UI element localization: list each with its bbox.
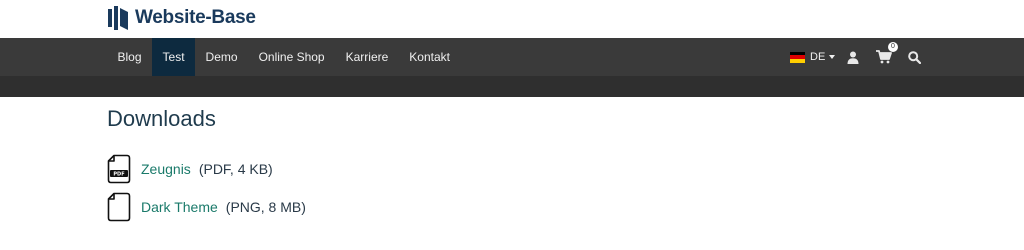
page-title: Downloads <box>107 106 216 131</box>
logo[interactable]: Website-Base <box>107 4 256 32</box>
logo-mark-icon <box>108 6 128 30</box>
cart-count-badge: 0 <box>888 42 898 52</box>
nav-item-kontakt[interactable]: Kontakt <box>399 38 461 76</box>
download-item: Dark Theme (PNG, 8 MB) <box>107 188 306 226</box>
cart-icon <box>876 50 892 64</box>
pdf-file-icon: PDF <box>107 154 131 184</box>
site-header: Website-Base <box>0 0 1024 38</box>
nav-items: Blog Test Demo Online Shop Karriere Kont… <box>107 38 461 76</box>
pdf-label: PDF <box>113 172 124 178</box>
download-meta: (PNG, 8 MB) <box>225 199 306 215</box>
nav-item-demo[interactable]: Demo <box>195 38 248 76</box>
download-link-dark-theme[interactable]: Dark Theme <box>141 199 218 215</box>
language-switcher[interactable]: DE <box>790 38 836 76</box>
nav-item-karriere[interactable]: Karriere <box>335 38 399 76</box>
language-label: DE <box>810 51 826 63</box>
nav-item-online-shop[interactable]: Online Shop <box>248 38 335 76</box>
download-link-zeugnis[interactable]: Zeugnis <box>141 161 191 177</box>
downloads-list: PDF Zeugnis (PDF, 4 KB) Dark Theme (PNG,… <box>107 150 306 226</box>
nav-item-blog[interactable]: Blog <box>107 38 152 76</box>
sub-navigation-bar <box>0 76 1024 97</box>
main-navigation: Blog Test Demo Online Shop Karriere Kont… <box>0 38 1024 76</box>
logo-text: Website-Base <box>135 7 256 28</box>
user-button[interactable] <box>845 38 861 76</box>
user-icon <box>847 51 859 64</box>
search-button[interactable] <box>906 38 922 76</box>
caret-down-icon <box>829 55 836 59</box>
search-icon <box>907 50 921 64</box>
download-item: PDF Zeugnis (PDF, 4 KB) <box>107 150 306 188</box>
download-meta: (PDF, 4 KB) <box>198 161 273 177</box>
german-flag-icon <box>790 51 805 63</box>
nav-item-test[interactable]: Test <box>152 38 196 76</box>
file-icon <box>107 192 131 222</box>
